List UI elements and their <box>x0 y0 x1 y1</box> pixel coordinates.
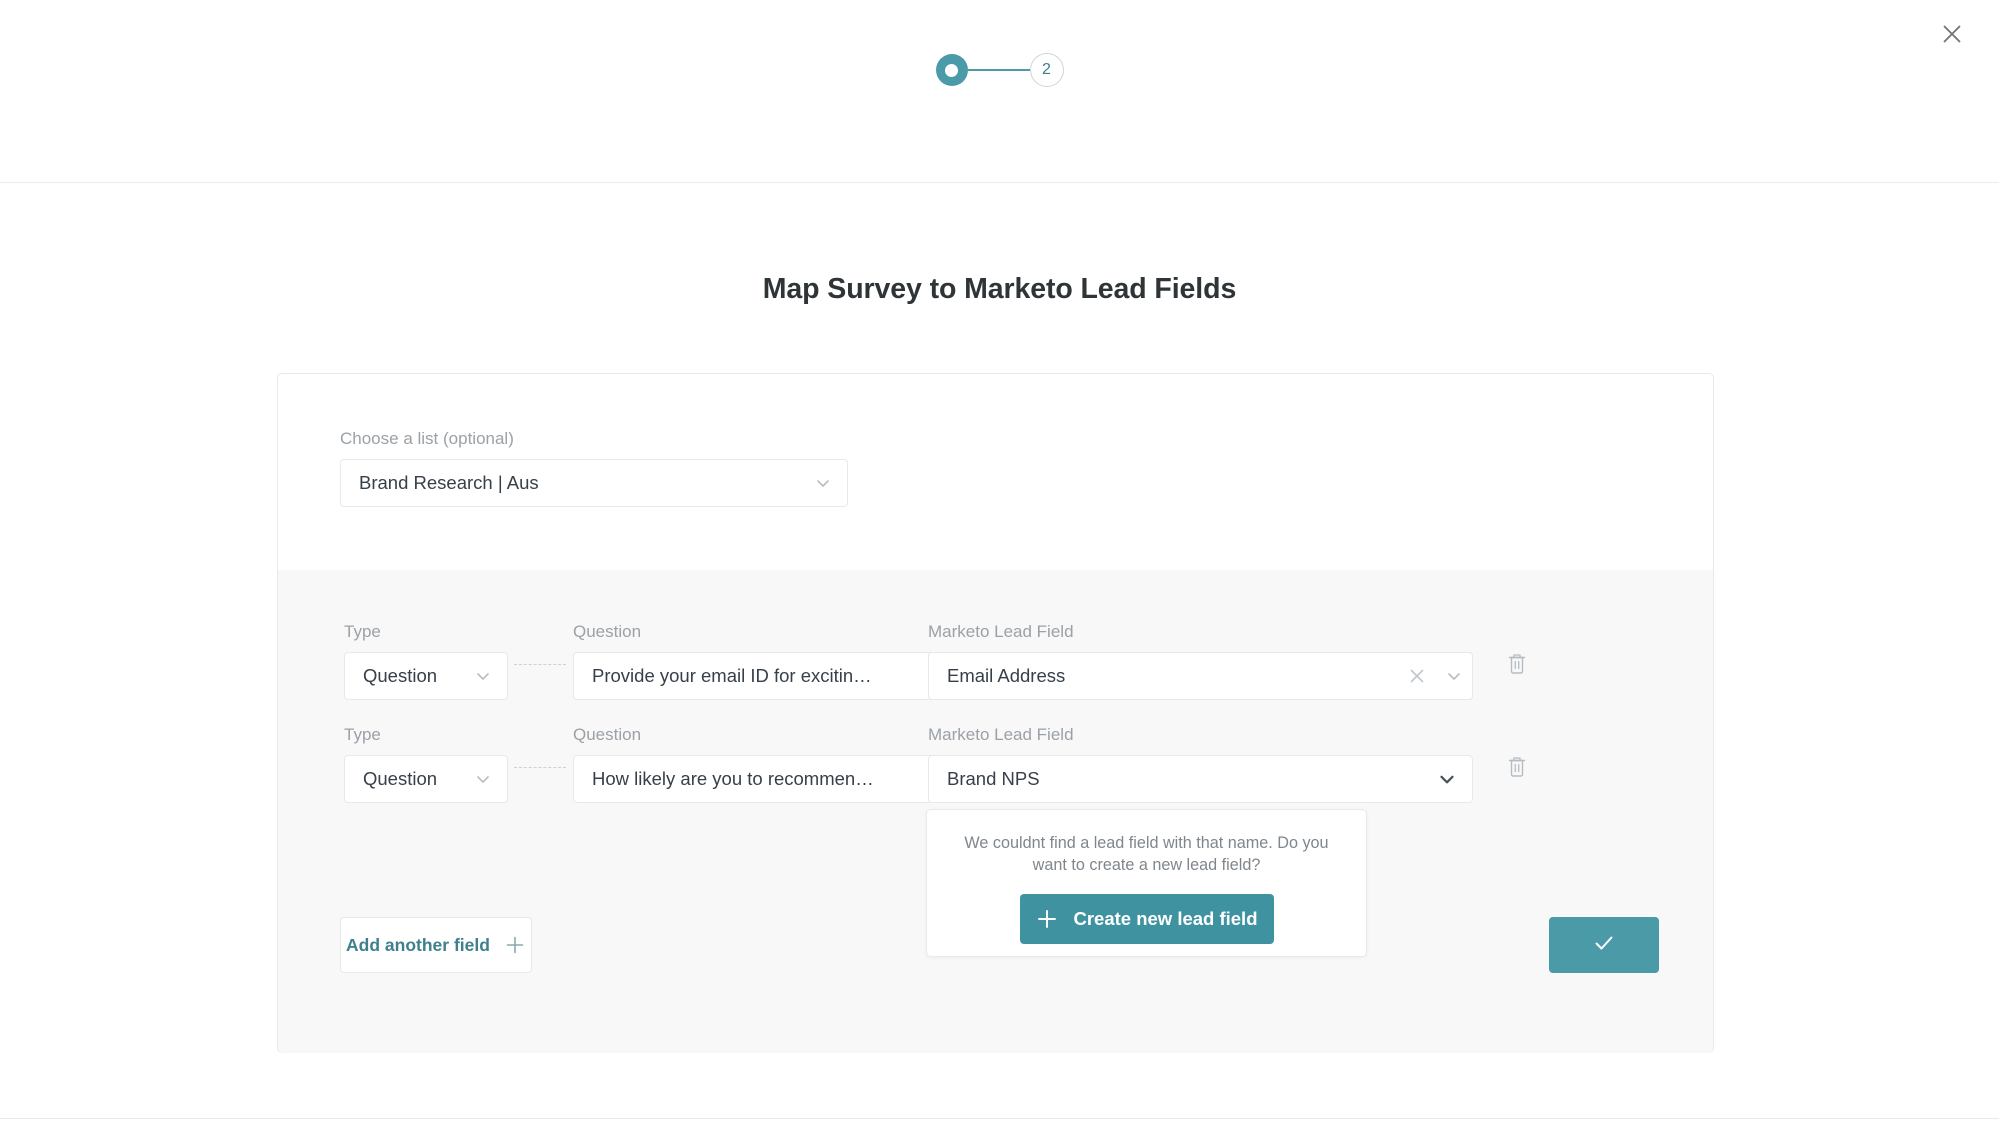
mapping-row-lead-col: Marketo Lead Field Brand NPS <box>928 725 1473 803</box>
lead-field-select[interactable]: Email Address <box>928 652 1473 700</box>
modal-header: 2 <box>0 0 1999 183</box>
trash-icon <box>1506 755 1528 784</box>
type-select-value: Question <box>363 665 438 686</box>
lead-field-select[interactable]: Brand NPS <box>928 755 1473 803</box>
footer-divider <box>0 1118 1999 1119</box>
popover-message: We couldnt find a lead field with that n… <box>964 834 1329 875</box>
clear-icon[interactable] <box>1408 667 1426 685</box>
type-label: Type <box>344 622 381 641</box>
mapping-connector-dashes <box>514 664 566 665</box>
list-select-value: Brand Research | Aus <box>359 472 539 493</box>
lead-field-value: Brand NPS <box>947 768 1040 789</box>
page-title: Map Survey to Marketo Lead Fields <box>762 273 1237 305</box>
stepper-step-1-inner <box>945 63 958 77</box>
type-select[interactable]: Question <box>344 652 508 700</box>
stepper-connector <box>967 69 1030 71</box>
stepper-step-2[interactable]: 2 <box>1029 53 1064 87</box>
list-select[interactable]: Brand Research | Aus <box>340 459 848 507</box>
close-button[interactable] <box>1935 17 1969 51</box>
mapping-row-type-col: Type Question <box>344 622 508 700</box>
mapping-row: Type Question Question Provide your emai… <box>278 622 1713 732</box>
chevron-down-icon <box>813 473 833 493</box>
add-another-field-label: Add another field <box>346 934 490 955</box>
lead-field-label: Marketo Lead Field <box>928 622 1074 641</box>
delete-row-button[interactable] <box>1503 755 1531 783</box>
create-lead-field-popover: We couldnt find a lead field with that n… <box>926 809 1367 957</box>
create-new-lead-field-label: Create new lead field <box>1073 907 1258 929</box>
mapping-connector-dashes <box>514 767 566 768</box>
type-select-value: Question <box>363 768 438 789</box>
stepper-step-2-label: 2 <box>1042 61 1051 78</box>
stepper-step-1-completed[interactable] <box>935 54 968 86</box>
type-select[interactable]: Question <box>344 755 508 803</box>
question-select-value: Provide your email ID for excitin… <box>592 665 872 686</box>
chevron-down-icon <box>473 769 493 789</box>
plus-icon <box>1035 907 1059 931</box>
create-new-lead-field-button[interactable]: Create new lead field <box>1019 893 1274 944</box>
plus-icon <box>504 934 526 956</box>
question-select-value: How likely are you to recommen… <box>592 768 874 789</box>
lead-field-value: Email Address <box>947 665 1066 686</box>
type-label: Type <box>344 725 381 744</box>
chevron-down-icon <box>473 666 493 686</box>
delete-row-button[interactable] <box>1503 652 1531 680</box>
add-another-field-button[interactable]: Add another field <box>340 917 532 973</box>
list-selector-label: Choose a list (optional) <box>340 429 514 448</box>
chevron-down-icon <box>1444 666 1464 686</box>
lead-field-label: Marketo Lead Field <box>928 725 1074 744</box>
mapping-row-lead-col: Marketo Lead Field Email Address <box>928 622 1473 700</box>
list-selector-section: Choose a list (optional) Brand Research … <box>278 374 1713 570</box>
submit-button[interactable] <box>1549 917 1659 973</box>
check-icon <box>1591 930 1617 961</box>
close-icon <box>1941 23 1963 45</box>
progress-stepper: 2 <box>935 53 1064 87</box>
chevron-down-icon <box>1436 768 1458 790</box>
trash-icon <box>1506 652 1528 681</box>
mapping-row-type-col: Type Question <box>344 725 508 803</box>
